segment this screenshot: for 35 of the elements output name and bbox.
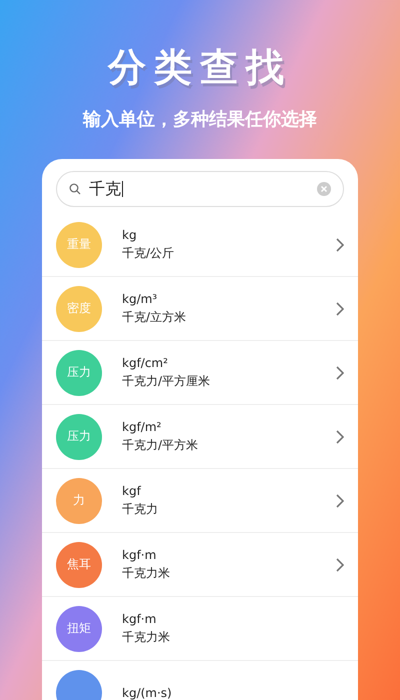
category-badge: 扭矩 bbox=[56, 606, 102, 652]
category-badge: 压力 bbox=[56, 350, 102, 396]
unit-symbol: kgf·m bbox=[122, 548, 158, 562]
unit-name: 千克力/平方厘米 bbox=[122, 372, 212, 390]
result-row[interactable]: 压力 kgf/cm² 千克力/平方厘米 bbox=[42, 341, 358, 405]
unit-name: 千克力米 bbox=[122, 564, 171, 582]
unit-name: 千克/立方米 bbox=[122, 308, 188, 326]
result-row[interactable]: 焦耳 kgf·m 千克力米 bbox=[42, 533, 358, 597]
unit-symbol: kg bbox=[122, 228, 138, 242]
result-row[interactable]: 扭矩 kgf·m 千克力米 bbox=[42, 597, 358, 661]
unit-symbol: kg/(m·s) bbox=[122, 686, 173, 700]
search-field[interactable]: 千克 bbox=[56, 171, 344, 207]
search-icon bbox=[69, 183, 81, 195]
page-heading: 分类查找 bbox=[108, 44, 292, 91]
category-badge: 重量 bbox=[56, 222, 102, 268]
category-badge: 密度 bbox=[56, 286, 102, 332]
result-row[interactable]: kg/(m·s) bbox=[42, 661, 358, 700]
unit-symbol: kgf·m bbox=[122, 612, 158, 626]
unit-symbol: kgf bbox=[122, 484, 142, 498]
result-row[interactable]: 压力 kgf/m² 千克力/平方米 bbox=[42, 405, 358, 469]
unit-name: 千克力/平方米 bbox=[122, 436, 200, 454]
unit-symbol: kg/m³ bbox=[122, 292, 158, 306]
unit-symbol: kgf/m² bbox=[122, 420, 162, 434]
clear-icon[interactable] bbox=[317, 182, 331, 196]
unit-name: 千克力米 bbox=[122, 628, 171, 646]
unit-name: 千克力 bbox=[122, 500, 159, 518]
category-badge: 力 bbox=[56, 478, 102, 524]
unit-name: 千克/公斤 bbox=[122, 244, 176, 262]
result-row[interactable]: 密度 kg/m³ 千克/立方米 bbox=[42, 277, 358, 341]
unit-symbol: kgf/cm² bbox=[122, 356, 169, 370]
page-subheading: 输入单位，多种结果任你选择 bbox=[83, 108, 317, 131]
result-row[interactable]: 重量 kg 千克/公斤 bbox=[42, 213, 358, 277]
category-badge: 焦耳 bbox=[56, 542, 102, 588]
result-row[interactable]: 力 kgf 千克力 bbox=[42, 469, 358, 533]
category-badge: 压力 bbox=[56, 414, 102, 460]
